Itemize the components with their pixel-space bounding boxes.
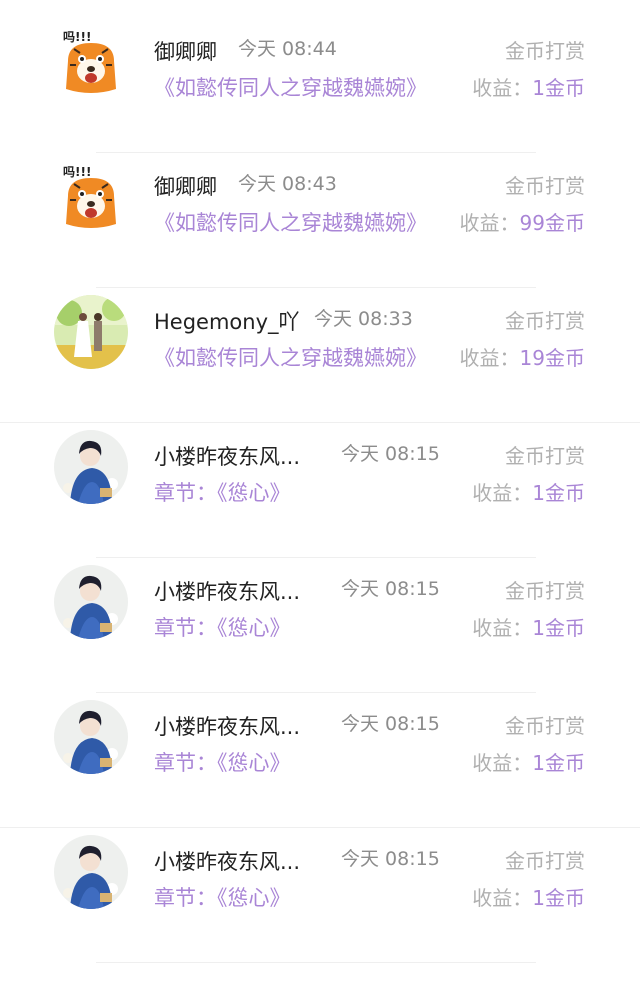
earnings: 收益：1金币 [472,72,585,101]
user-name[interactable]: 御卿卿 [154,171,217,201]
couple-photo-avatar[interactable] [54,295,128,369]
earnings: 收益：1金币 [472,747,585,776]
user-name[interactable]: 小楼昨夜东风... [154,441,300,471]
timestamp: 今天 08:15 [341,578,440,600]
user-name[interactable]: Hegemony_吖 [154,306,300,336]
reward-record-list: 御卿卿 今天 08:44 金币打赏 《如懿传同人之穿越魏嬿婉》 收益：1金币 御… [0,0,640,986]
illustrated-man-avatar[interactable] [54,835,128,909]
earnings: 收益：99金币 [460,207,585,236]
timestamp: 今天 08:33 [314,308,413,330]
timestamp: 今天 08:44 [238,38,337,60]
earnings-label: 收益： [472,76,533,100]
reward-type-label: 金币打赏 [505,849,585,873]
reward-type-label: 金币打赏 [505,39,585,63]
earnings-value: 1金币 [532,76,585,100]
user-name[interactable]: 御卿卿 [154,36,217,66]
earnings-label: 收益： [472,886,533,910]
reward-type-label: 金币打赏 [505,309,585,333]
list-item[interactable]: 小楼昨夜东风... 今天 08:15 金币打赏 章节：《慫心》 收益：1金币 [0,558,640,693]
list-item[interactable]: 小楼昨夜东风... 今天 08:15 金币打赏 章节：《慫心》 收益：1金币 [0,828,640,963]
earnings-label: 收益： [459,211,520,235]
earnings-value: 19金币 [519,346,585,370]
reward-type-label: 金币打赏 [505,174,585,198]
timestamp: 今天 08:15 [341,443,440,465]
chapter-link[interactable]: 章节：《慫心》 [154,612,291,642]
user-name[interactable]: 小楼昨夜东风... [154,846,300,876]
list-item[interactable]: 御卿卿 今天 08:44 金币打赏 《如懿传同人之穿越魏嬿婉》 收益：1金币 [0,18,640,153]
chapter-link[interactable]: 章节：《慫心》 [154,882,291,912]
earnings-value: 99金币 [519,211,585,235]
reward-type-label: 金币打赏 [505,579,585,603]
reward-type-label: 金币打赏 [505,444,585,468]
earnings: 收益：19金币 [460,342,585,371]
illustrated-man-avatar[interactable] [54,430,128,504]
earnings-value: 1金币 [532,886,585,910]
timestamp: 今天 08:43 [238,173,337,195]
list-item[interactable]: 小楼昨夜东风... 今天 08:15 金币打赏 章节：《慫心》 收益：1金币 [0,423,640,558]
earnings-label: 收益： [459,346,520,370]
earnings: 收益：1金币 [472,612,585,641]
earnings-label: 收益： [472,751,533,775]
earnings: 收益：1金币 [472,477,585,506]
illustrated-man-avatar[interactable] [54,565,128,639]
user-name[interactable]: 小楼昨夜东风... [154,576,300,606]
user-name[interactable]: 小楼昨夜东风... [154,711,300,741]
tiger-sticker-avatar[interactable] [54,25,128,99]
earnings-label: 收益： [472,616,533,640]
timestamp: 今天 08:15 [341,848,440,870]
illustrated-man-avatar[interactable] [54,700,128,774]
book-title-link[interactable]: 《如懿传同人之穿越魏嬿婉》 [154,342,427,372]
tiger-sticker-avatar[interactable] [54,160,128,234]
chapter-link[interactable]: 章节：《慫心》 [154,747,291,777]
chapter-link[interactable]: 章节：《慫心》 [154,477,291,507]
list-item[interactable]: Hegemony_吖 今天 08:33 金币打赏 《如懿传同人之穿越魏嬿婉》 收… [0,288,640,423]
earnings-value: 1金币 [532,616,585,640]
book-title-link[interactable]: 《如懿传同人之穿越魏嬿婉》 [154,72,427,102]
divider [96,962,536,963]
reward-type-label: 金币打赏 [505,714,585,738]
list-item[interactable]: 小楼昨夜东风... 今天 08:15 金币打赏 章节：《慫心》 收益：1金币 [0,693,640,828]
earnings-value: 1金币 [532,751,585,775]
list-item[interactable]: 御卿卿 今天 08:43 金币打赏 《如懿传同人之穿越魏嬿婉》 收益：99金币 [0,153,640,288]
timestamp: 今天 08:15 [341,713,440,735]
book-title-link[interactable]: 《如懿传同人之穿越魏嬿婉》 [154,207,427,237]
earnings: 收益：1金币 [472,882,585,911]
earnings-label: 收益： [472,481,533,505]
earnings-value: 1金币 [532,481,585,505]
